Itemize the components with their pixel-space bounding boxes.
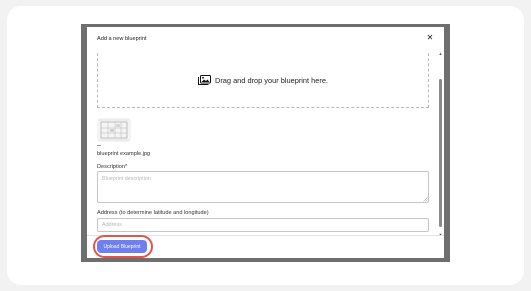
thumbnail-indicator (97, 145, 101, 146)
add-blueprint-modal: Add a new blueprint ✕ Drag and drop your… (87, 27, 444, 258)
images-icon (198, 75, 211, 85)
scrollbar-thumb[interactable] (439, 79, 442, 227)
blueprint-thumbnail[interactable] (97, 118, 131, 142)
address-input[interactable] (97, 218, 429, 232)
scroll-up-arrow-icon[interactable]: ▲ (438, 51, 443, 56)
file-name: blueprint example.jpg (97, 151, 151, 157)
description-label: Description* (97, 164, 128, 170)
dropzone-text: Drag and drop your blueprint here. (215, 75, 328, 85)
address-label: Address (to determine latitude and longi… (97, 210, 209, 216)
close-button[interactable]: ✕ (424, 32, 436, 44)
upload-blueprint-button[interactable]: Upload Blueprint (97, 240, 147, 253)
blueprint-thumbnail-image (97, 118, 131, 142)
modal-title: Add a new blueprint (97, 36, 147, 42)
close-icon: ✕ (426, 33, 434, 42)
modal-scrollbar[interactable]: ▲ ▼ (438, 51, 443, 237)
blueprint-dropzone[interactable]: Drag and drop your blueprint here. (97, 53, 429, 108)
description-textarea[interactable] (97, 171, 429, 203)
resize-handle-icon[interactable] (423, 197, 428, 202)
